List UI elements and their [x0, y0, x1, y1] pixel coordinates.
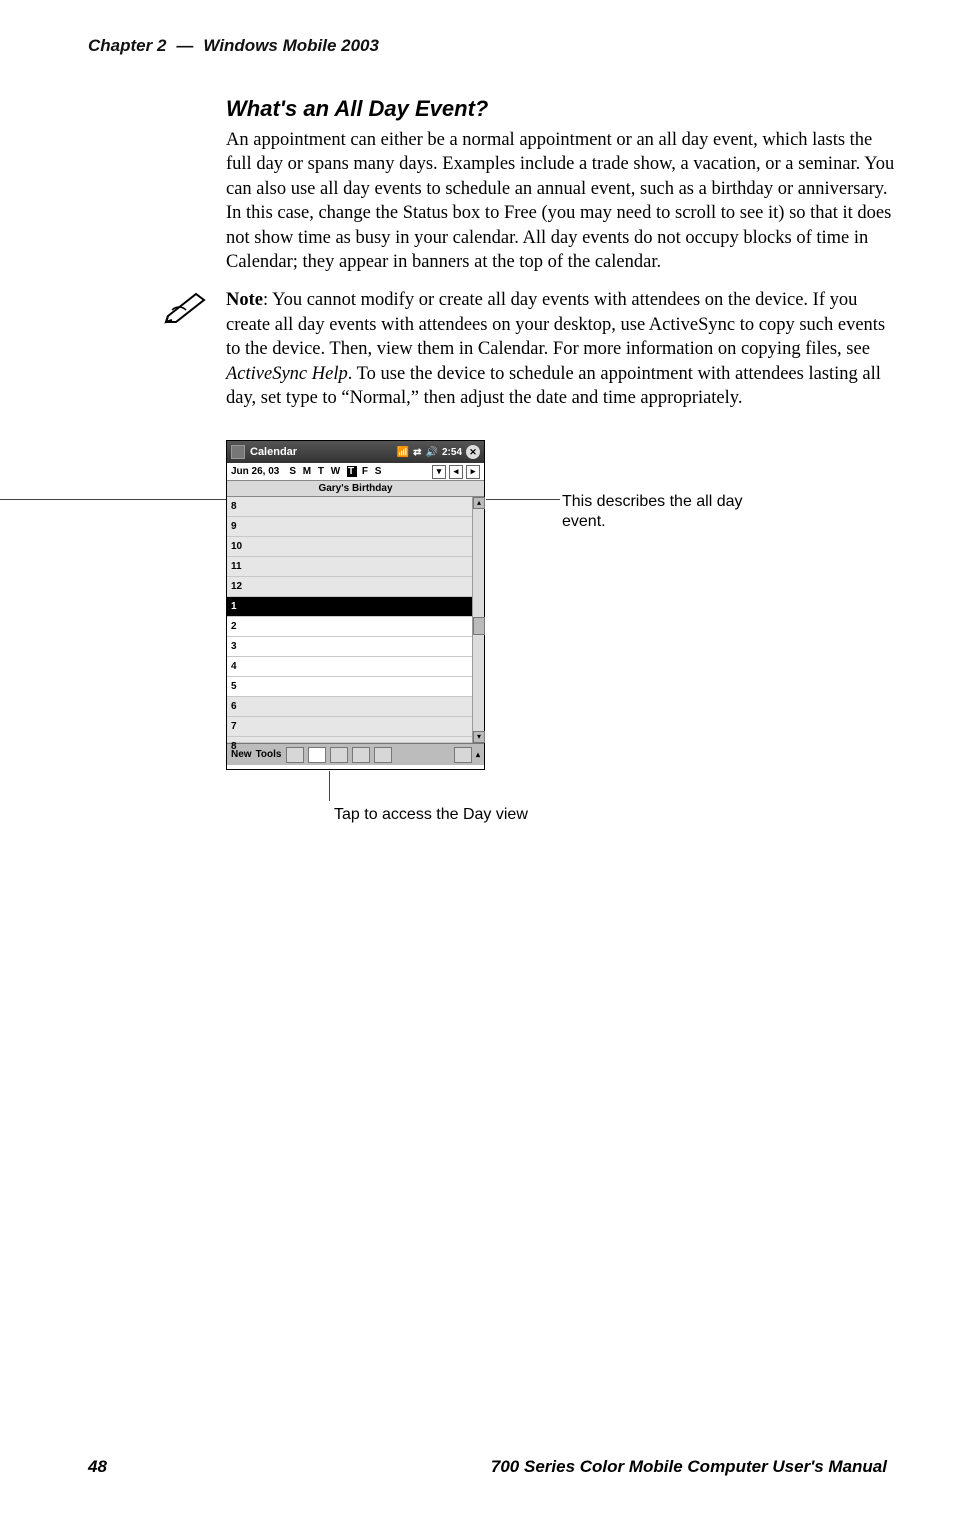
scroll-thumb[interactable] — [473, 617, 485, 635]
scroll-down-icon[interactable]: ▾ — [473, 731, 485, 743]
hour-row[interactable]: 6 — [227, 697, 484, 717]
note-block: Note: You cannot modify or create all da… — [226, 288, 896, 410]
day-selected: T — [347, 466, 357, 477]
header-chapter: Chapter 2 — [88, 36, 166, 56]
hour-label: 10 — [231, 541, 242, 552]
allday-banner[interactable]: Gary's Birthday — [227, 481, 484, 497]
day-view-icon[interactable] — [308, 747, 326, 763]
content-column: What's an All Day Event? An appointment … — [226, 96, 896, 860]
scrollbar[interactable]: ▴ ▾ — [472, 497, 484, 743]
header-dash: — — [176, 36, 193, 56]
page: Chapter 2 — Windows Mobile 2003 What's a… — [0, 0, 975, 1519]
hour-label: 9 — [231, 521, 237, 532]
hour-row[interactable]: 3 — [227, 637, 484, 657]
manual-title: 700 Series Color Mobile Computer User's … — [491, 1457, 887, 1477]
hour-row[interactable]: 10 — [227, 537, 484, 557]
callout-pointer-left — [0, 499, 226, 500]
hour-label: 4 — [231, 661, 237, 672]
callout-line-right — [486, 499, 560, 500]
note-label: Note — [226, 290, 263, 310]
keyboard-up-icon[interactable]: ▴ — [476, 750, 480, 759]
weekday-picker[interactable]: S M T W T F S — [289, 466, 429, 477]
calendar-dropdown-icon[interactable]: ▾ — [432, 465, 446, 479]
hour-row[interactable]: 5 — [227, 677, 484, 697]
hour-row[interactable]: 7 — [227, 717, 484, 737]
status-icons: 📶 ⇄ 🔊 2:54 — [397, 447, 462, 458]
keyboard-icon[interactable] — [454, 747, 472, 763]
hour-label: 1 — [231, 601, 237, 612]
week-view-icon[interactable] — [330, 747, 348, 763]
hour-row[interactable]: 11 — [227, 557, 484, 577]
bottom-toolbar: New Tools ▴ — [227, 743, 484, 765]
days-pre: S M T W — [289, 466, 347, 477]
callout-line-bottom — [329, 771, 330, 801]
month-view-icon[interactable] — [352, 747, 370, 763]
note-pencil-icon — [162, 288, 210, 324]
section-body: An appointment can either be a normal ap… — [226, 128, 896, 274]
hour-label: 11 — [231, 561, 242, 572]
hour-row[interactable]: 2 — [227, 617, 484, 637]
running-footer: 48 700 Series Color Mobile Computer User… — [88, 1457, 887, 1477]
hour-row[interactable]: 12 — [227, 577, 484, 597]
signal-icon: 📶 — [397, 447, 409, 458]
note-text: Note: You cannot modify or create all da… — [226, 288, 896, 410]
hour-grid: 8 9 10 11 12 1 2 3 4 5 6 7 8 ▴ ▾ — [227, 497, 484, 743]
note-icon-wrap — [162, 288, 218, 329]
section-title: What's an All Day Event? — [226, 96, 896, 122]
days-post: F S — [357, 466, 383, 477]
start-icon[interactable] — [231, 445, 245, 459]
hour-row[interactable]: 4 — [227, 657, 484, 677]
hour-row[interactable]: 8 — [227, 737, 484, 743]
hour-label: 5 — [231, 681, 237, 692]
page-number: 48 — [88, 1457, 107, 1477]
date-bar: Jun 26, 03 S M T W T F S ▾ ◂ ▸ — [227, 463, 484, 481]
hour-label: 7 — [231, 721, 237, 732]
hour-row[interactable]: 8 — [227, 497, 484, 517]
header-title: Windows Mobile 2003 — [203, 36, 379, 56]
agenda-view-icon[interactable] — [286, 747, 304, 763]
prev-day-icon[interactable]: ◂ — [449, 465, 463, 479]
hour-label: 6 — [231, 701, 237, 712]
figure-area: Calendar 📶 ⇄ 🔊 2:54 ✕ Jun 26, 03 S M T W… — [226, 440, 896, 860]
running-header: Chapter 2 — Windows Mobile 2003 — [88, 36, 887, 56]
note-text-1: : You cannot modify or create all day ev… — [226, 290, 885, 359]
year-view-icon[interactable] — [374, 747, 392, 763]
tools-button[interactable]: Tools — [256, 749, 282, 760]
note-emph: ActiveSync Help — [226, 364, 348, 384]
callout-right: This describes the all day event. — [562, 492, 762, 532]
callout-bottom: Tap to access the Day view — [334, 806, 528, 824]
titlebar: Calendar 📶 ⇄ 🔊 2:54 ✕ — [227, 441, 484, 463]
close-icon[interactable]: ✕ — [466, 445, 480, 459]
volume-icon: 🔊 — [426, 447, 438, 458]
hour-label: 12 — [231, 581, 242, 592]
app-title: Calendar — [250, 446, 397, 458]
scroll-up-icon[interactable]: ▴ — [473, 497, 485, 509]
device-screenshot: Calendar 📶 ⇄ 🔊 2:54 ✕ Jun 26, 03 S M T W… — [226, 440, 485, 770]
hour-row-selected[interactable]: 1 — [227, 597, 484, 617]
date-label: Jun 26, 03 — [231, 466, 279, 477]
hour-label: 8 — [231, 501, 237, 512]
hour-row[interactable]: 9 — [227, 517, 484, 537]
hour-label: 3 — [231, 641, 237, 652]
sync-icon: ⇄ — [413, 447, 421, 458]
clock-time: 2:54 — [442, 447, 462, 458]
hour-label: 2 — [231, 621, 237, 632]
hour-label: 8 — [231, 741, 237, 752]
next-day-icon[interactable]: ▸ — [466, 465, 480, 479]
